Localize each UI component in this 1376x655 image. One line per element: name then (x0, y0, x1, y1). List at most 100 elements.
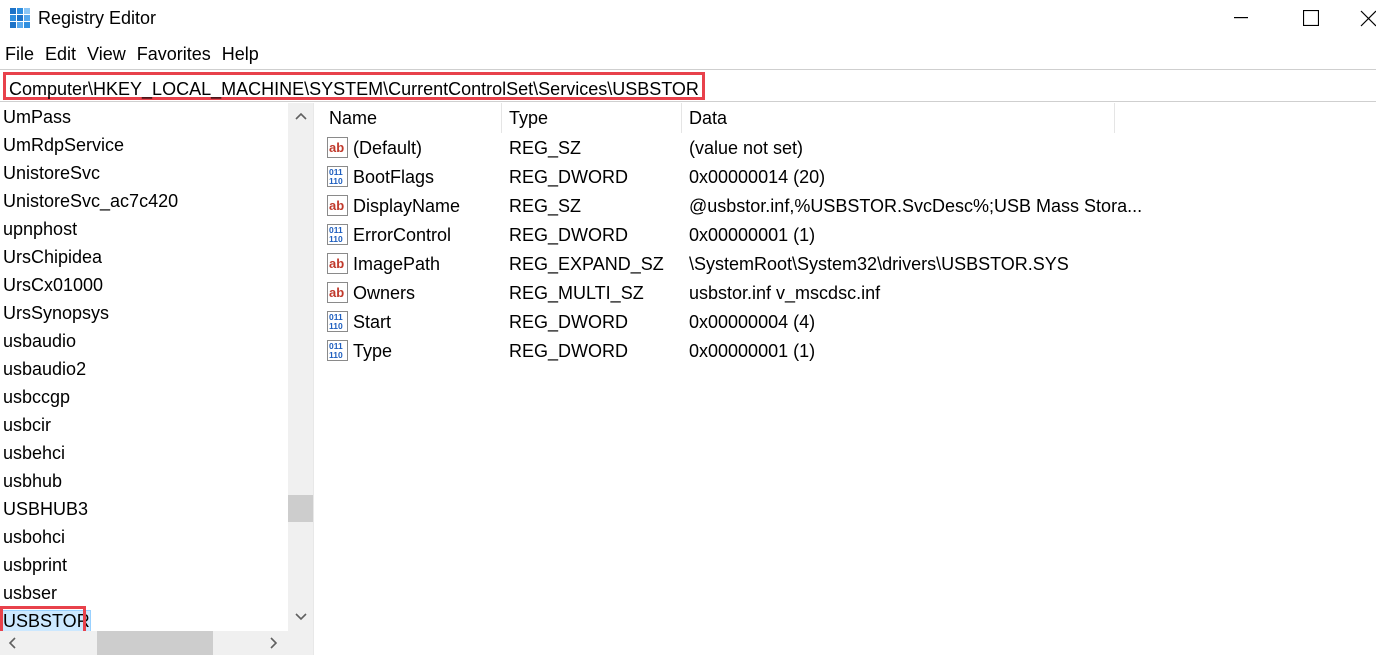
tree-item-label: UnistoreSvc (3, 163, 101, 183)
menu-bar: File Edit View Favorites Help (0, 40, 265, 68)
scroll-up-button[interactable] (288, 105, 313, 127)
value-type: REG_DWORD (509, 167, 629, 187)
value-data: 0x00000004 (4) (689, 312, 816, 332)
key-tree[interactable]: UmPass UmRdpService UnistoreSvc Unistore… (0, 103, 313, 655)
pane-splitter[interactable] (313, 103, 321, 655)
tree-item-label: UrsCx01000 (3, 275, 104, 295)
tree-item[interactable]: UmRdpService (0, 131, 124, 159)
tree-item[interactable]: upnphost (0, 215, 77, 243)
svg-text:ab: ab (329, 256, 344, 271)
close-button[interactable] (1358, 0, 1376, 36)
string-value-icon: ab (327, 282, 348, 303)
svg-text:110: 110 (329, 321, 343, 331)
menu-favorites[interactable]: Favorites (132, 40, 217, 68)
tree-item-label: UrsChipidea (3, 247, 103, 267)
tree-item[interactable]: UrsChipidea (0, 243, 102, 271)
binary-value-icon: 011110 (327, 224, 348, 245)
value-data: 0x00000001 (1) (689, 341, 816, 361)
scroll-left-button[interactable] (0, 631, 24, 655)
value-data: 0x00000014 (20) (689, 167, 826, 187)
string-value-icon: ab (327, 253, 348, 274)
tree-item-label: usbaudio2 (3, 359, 87, 379)
value-type: REG_SZ (509, 138, 582, 158)
chevron-up-icon (294, 112, 307, 120)
column-header-type[interactable]: Type (502, 103, 682, 133)
value-name: ImagePath (353, 254, 441, 274)
title-bar: Registry Editor (0, 0, 1376, 36)
tree-item[interactable]: UnistoreSvc_ac7c420 (0, 187, 178, 215)
menu-view[interactable]: View (82, 40, 132, 68)
value-type: REG_DWORD (509, 341, 629, 361)
value-name: BootFlags (353, 167, 435, 187)
binary-value-icon: 011110 (327, 166, 348, 187)
tree-item-label: usbcir (3, 415, 52, 435)
scroll-down-button[interactable] (288, 606, 313, 628)
address-bar[interactable]: Computer\HKEY_LOCAL_MACHINE\SYSTEM\Curre… (0, 69, 1376, 102)
tree-item[interactable]: usbprint (0, 551, 67, 579)
tree-item[interactable]: UnistoreSvc (0, 159, 100, 187)
value-name: (Default) (353, 138, 423, 158)
tree-item[interactable]: usbehci (0, 439, 65, 467)
chevron-right-icon (270, 637, 278, 649)
minimize-icon (1234, 17, 1248, 19)
column-header-name[interactable]: Name (322, 103, 502, 133)
value-name: Owners (353, 283, 416, 303)
close-icon (1360, 10, 1376, 27)
tree-item[interactable]: usbohci (0, 523, 65, 551)
tree-horizontal-scrollbar[interactable] (0, 631, 288, 655)
tree-item-label: UnistoreSvc_ac7c420 (3, 191, 179, 211)
tree-item-label: UmPass (3, 107, 72, 127)
menu-help[interactable]: Help (217, 40, 265, 68)
value-row[interactable]: ab ImagePath REG_EXPAND_SZ \SystemRoot\Syst… (322, 250, 1376, 279)
address-path[interactable]: Computer\HKEY_LOCAL_MACHINE\SYSTEM\Curre… (3, 72, 705, 100)
scroll-right-button[interactable] (262, 631, 286, 655)
value-name: Start (353, 312, 392, 332)
minimize-button[interactable] (1218, 0, 1264, 36)
menu-edit[interactable]: Edit (40, 40, 82, 68)
tree-item[interactable]: usbhub (0, 467, 62, 495)
value-type: REG_DWORD (509, 312, 629, 332)
binary-value-icon: 011110 (327, 340, 348, 361)
tree-item[interactable]: UrsSynopsys (0, 299, 109, 327)
tree-item-label: usbser (3, 583, 58, 603)
value-type: REG_EXPAND_SZ (509, 254, 664, 274)
chevron-down-icon (294, 613, 307, 621)
tree-item[interactable]: UmPass (0, 103, 71, 131)
svg-text:110: 110 (329, 350, 343, 360)
value-row[interactable]: ab (Default) REG_SZ (value not set) (322, 134, 1376, 163)
tree-item-label: usbohci (3, 527, 66, 547)
column-header-data[interactable]: Data (682, 103, 1115, 133)
tree-item[interactable]: usbaudio (0, 327, 76, 355)
tree-item[interactable]: usbcir (0, 411, 51, 439)
tree-item-label: usbehci (3, 443, 66, 463)
menu-file[interactable]: File (0, 40, 40, 68)
value-name: Type (353, 341, 393, 361)
value-data: 0x00000001 (1) (689, 225, 816, 245)
value-row[interactable]: 011 110 BootFlags REG_DWORD 0x00000014 (20) (322, 163, 1376, 192)
value-row[interactable]: 011 110 Type REG_DWORD 0x00000001 (1) (322, 337, 1376, 366)
value-row[interactable]: ab Owners REG_MULTI_SZ usbstor.inf v_mscdsc… (322, 279, 1376, 308)
tree-item[interactable]: usbser (0, 579, 57, 607)
tree-item-label: usbhub (3, 471, 63, 491)
maximize-button[interactable] (1288, 0, 1334, 36)
window-title: Registry Editor (38, 8, 157, 28)
hscroll-thumb[interactable] (97, 631, 213, 655)
value-row[interactable]: 011 110 ErrorControl REG_DWORD 0x00000001 (1… (322, 221, 1376, 250)
tree-item-label: usbccgp (3, 387, 71, 407)
tree-item[interactable]: usbccgp (0, 383, 70, 411)
tree-item-label: UrsSynopsys (3, 303, 110, 323)
value-row[interactable]: 011 110 Start REG_DWORD 0x00000004 (4) (322, 308, 1376, 337)
tree-item[interactable]: USBHUB3 (0, 495, 88, 523)
tree-item[interactable]: usbaudio2 (0, 355, 86, 383)
tree-item[interactable]: UrsCx01000 (0, 271, 103, 299)
string-value-icon: ab (327, 137, 348, 158)
string-value-icon: ab (327, 195, 348, 216)
value-name: DisplayName (353, 196, 461, 216)
value-type: REG_SZ (509, 196, 582, 216)
svg-text:ab: ab (329, 285, 344, 300)
values-list[interactable]: Name Type Data ab (Default) REG_SZ (value n… (322, 103, 1376, 655)
value-row[interactable]: ab DisplayName REG_SZ @usbstor.inf,%USBSTOR… (322, 192, 1376, 221)
value-type: REG_MULTI_SZ (509, 283, 644, 303)
scroll-thumb[interactable] (288, 495, 313, 522)
tree-vertical-scrollbar[interactable] (288, 103, 313, 631)
